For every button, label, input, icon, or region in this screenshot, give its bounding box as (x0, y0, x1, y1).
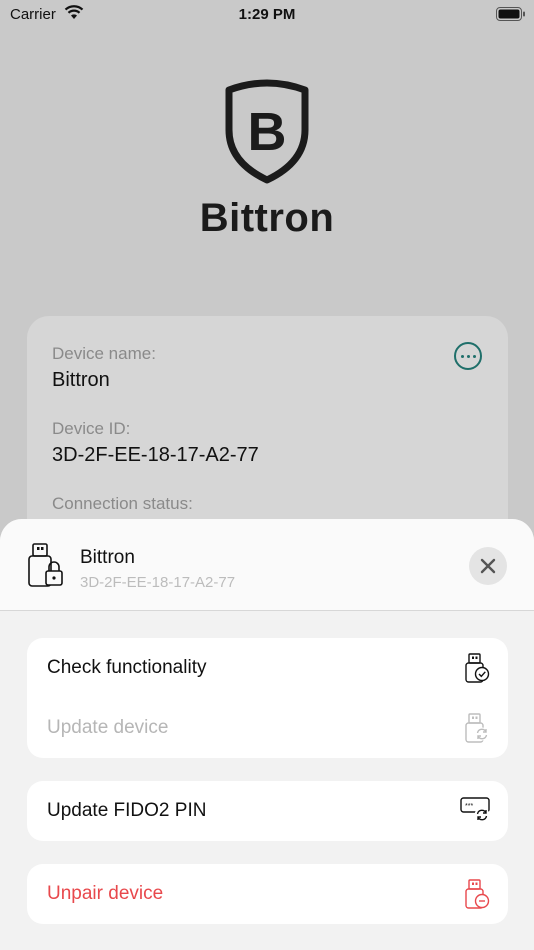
sheet-title: Bittron (80, 547, 135, 568)
update-device-label: Update device (47, 717, 169, 738)
pin-actions-group: Update FIDO2 PIN *** (27, 781, 508, 841)
status-bar: Carrier 1:29 PM (0, 0, 534, 30)
key-refresh-icon (465, 713, 489, 743)
battery-icon (496, 7, 525, 21)
device-actions-sheet: Bittron 3D-2F-EE-18-17-A2-77 Check funct… (0, 519, 534, 950)
brand-name: Bittron (199, 196, 335, 240)
close-icon (480, 558, 496, 574)
key-remove-icon (465, 879, 490, 909)
sheet-subtitle: 3D-2F-EE-18-17-A2-77 (80, 574, 236, 591)
key-check-icon (465, 653, 490, 683)
connection-status-label: Connection status: (52, 494, 193, 513)
more-options-icon[interactable] (454, 342, 482, 370)
sheet-header: Bittron 3D-2F-EE-18-17-A2-77 (0, 519, 534, 611)
device-actions-group: Check functionality Update device (27, 638, 508, 758)
unpair-group: Unpair device (27, 864, 508, 924)
device-id-label: Device ID: (52, 419, 131, 438)
update-fido2-pin-label: Update FIDO2 PIN (47, 800, 207, 821)
brand-logo: B (0, 78, 534, 186)
pin-refresh-icon: *** (460, 797, 490, 823)
unpair-device-row[interactable]: Unpair device (27, 864, 508, 924)
check-functionality-row[interactable]: Check functionality (27, 638, 508, 698)
update-fido2-pin-row[interactable]: Update FIDO2 PIN *** (27, 781, 508, 841)
device-name-value: Bittron (52, 369, 110, 391)
close-button[interactable] (469, 547, 507, 585)
shield-logo-icon: B (225, 79, 309, 184)
svg-text:***: *** (465, 803, 473, 810)
device-id-value: 3D-2F-EE-18-17-A2-77 (52, 444, 259, 466)
device-name-label: Device name: (52, 344, 156, 363)
logo-letter: B (248, 102, 287, 162)
unpair-device-label: Unpair device (47, 883, 164, 904)
update-device-row[interactable]: Update device (27, 698, 508, 758)
security-key-lock-icon (28, 543, 63, 587)
status-time: 1:29 PM (238, 6, 296, 23)
check-functionality-label: Check functionality (47, 657, 207, 678)
